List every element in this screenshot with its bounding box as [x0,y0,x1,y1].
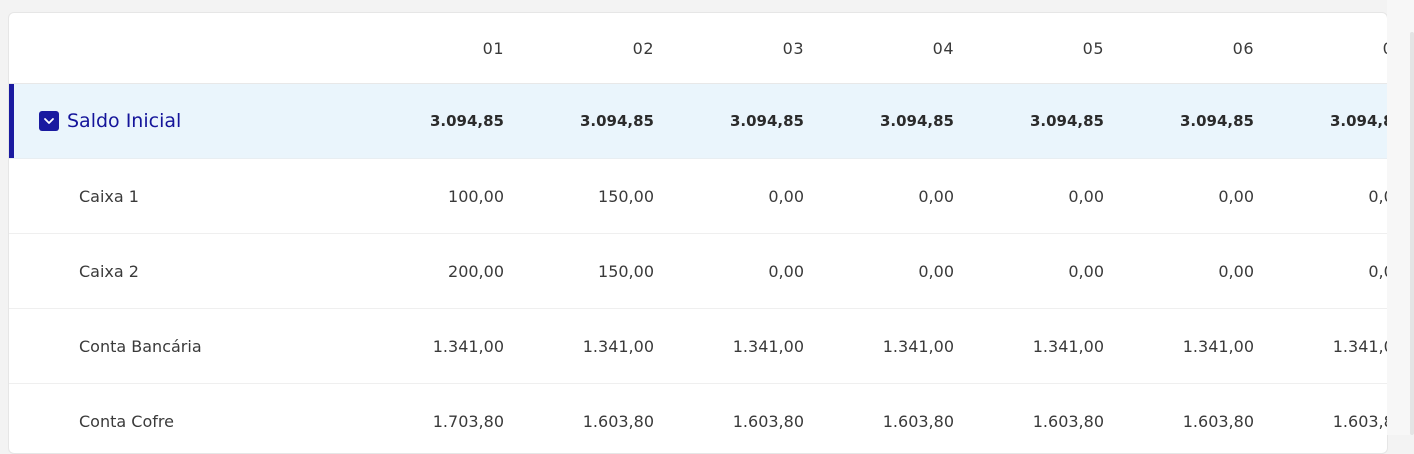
row-value: 0,00 [768,261,804,281]
column-header-05: 05 [1082,38,1104,58]
row-value: 1.603,80 [1332,411,1387,431]
table-row: Conta Cofre 1.703,80 1.603,80 1.603,80 1… [9,384,1387,453]
row-value: 1.341,00 [882,336,954,356]
row-value: 1.703,80 [432,411,504,431]
row-value: 1.341,00 [1032,336,1104,356]
table-header-row: 01 02 03 04 05 06 07 [9,13,1387,84]
group-accent-bar [9,84,14,158]
group-value: 3.094,85 [1029,112,1104,130]
row-label: Conta Cofre [79,411,174,431]
group-label-container[interactable]: Saldo Inicial [39,84,181,158]
group-value: 3.094,85 [1329,112,1387,130]
row-value: 1.341,00 [1182,336,1254,356]
row-value: 150,00 [598,186,654,206]
column-header-02: 02 [632,38,654,58]
group-value: 3.094,85 [729,112,804,130]
group-value: 3.094,85 [429,112,504,130]
row-value: 1.603,80 [882,411,954,431]
column-header-01: 01 [482,38,504,58]
column-header-04: 04 [932,38,954,58]
group-value: 3.094,85 [879,112,954,130]
row-value: 0,00 [1218,261,1254,281]
group-row-saldo-inicial[interactable]: Saldo Inicial 3.094,85 3.094,85 3.094,85… [9,84,1387,159]
row-value: 0,00 [918,186,954,206]
cash-flow-table: 01 02 03 04 05 06 07 Saldo Inicial 3.094… [8,12,1388,454]
table-row: Conta Bancária 1.341,00 1.341,00 1.341,0… [9,309,1387,384]
row-value: 0,00 [768,186,804,206]
group-label: Saldo Inicial [67,110,182,132]
row-value: 1.341,00 [1332,336,1387,356]
row-value: 0,00 [1368,186,1387,206]
table-row: Caixa 1 100,00 150,00 0,00 0,00 0,00 0,0… [9,159,1387,234]
column-header-07: 07 [1289,13,1387,83]
row-value: 0,00 [1368,261,1387,281]
row-value: 1.341,00 [432,336,504,356]
row-value: 200,00 [448,261,504,281]
row-value: 150,00 [598,261,654,281]
chevron-down-icon[interactable] [39,111,59,131]
row-value: 1.603,80 [1182,411,1254,431]
row-label: Caixa 1 [79,186,139,206]
row-value: 0,00 [1068,261,1104,281]
group-value: 3.094,85 [1179,112,1254,130]
row-value: 1.341,00 [732,336,804,356]
column-header-06: 06 [1232,38,1254,58]
row-value: 100,00 [448,186,504,206]
row-value: 1.603,80 [732,411,804,431]
row-value: 1.341,00 [582,336,654,356]
row-value: 0,00 [918,261,954,281]
row-value: 1.603,80 [1032,411,1104,431]
group-value: 3.094,85 [579,112,654,130]
row-label: Caixa 2 [79,261,139,281]
row-value: 0,00 [1068,186,1104,206]
table-row: Caixa 2 200,00 150,00 0,00 0,00 0,00 0,0… [9,234,1387,309]
vertical-scrollbar-thumb[interactable] [1410,32,1414,435]
row-label: Conta Bancária [79,336,202,356]
column-header-03: 03 [782,38,804,58]
row-value: 0,00 [1218,186,1254,206]
row-value: 1.603,80 [582,411,654,431]
